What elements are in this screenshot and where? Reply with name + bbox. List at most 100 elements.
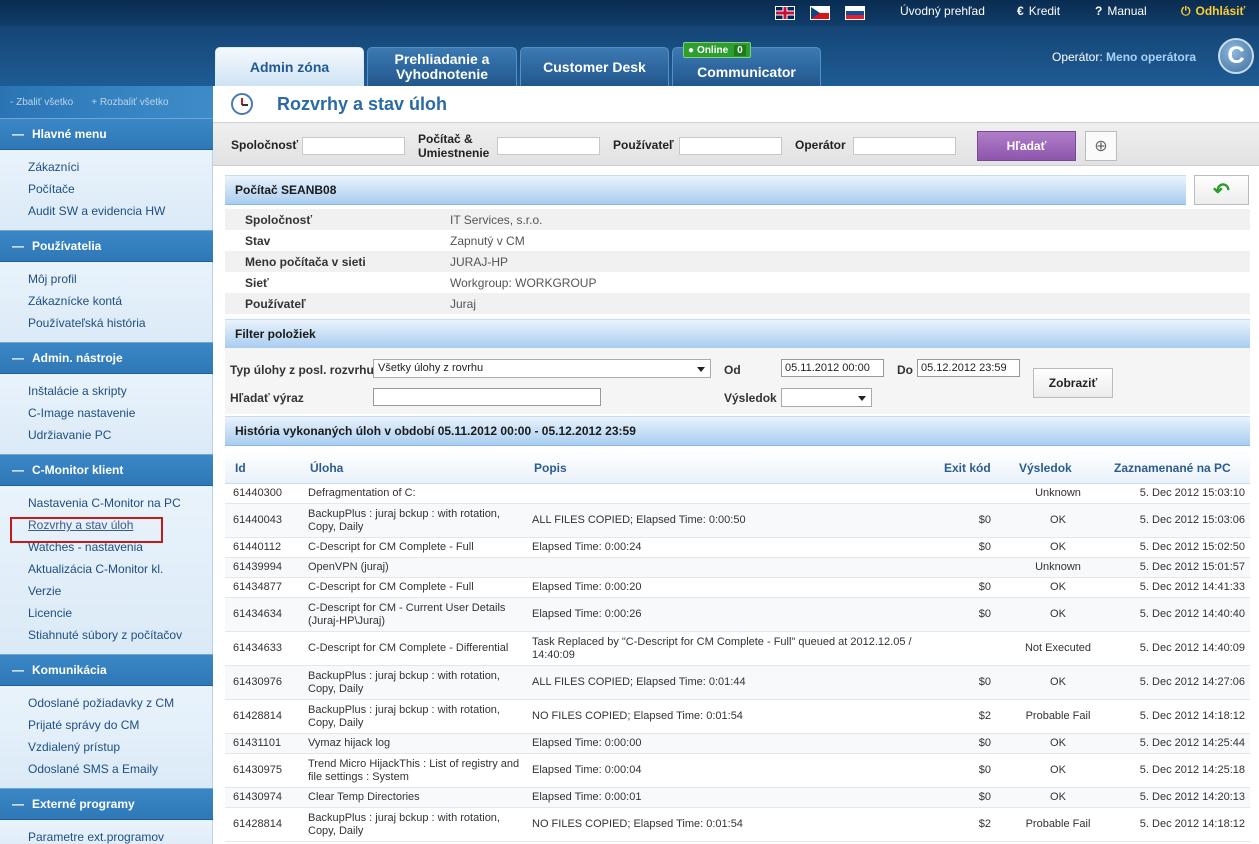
cell-id: 61440112 bbox=[233, 541, 282, 553]
show-button[interactable]: Zobraziť bbox=[1033, 368, 1113, 398]
sidebar-item[interactable]: Audit SW a evidencia HW bbox=[28, 200, 212, 222]
sidebar-item[interactable]: C-Image nastavenie bbox=[28, 402, 212, 424]
computer-label-line2: Umiestnenie bbox=[418, 146, 490, 160]
table-row[interactable]: 61439994 OpenVPN (juraj) Unknown 5. Dec 201… bbox=[225, 558, 1250, 578]
sidebar-item[interactable]: Počítače bbox=[28, 178, 212, 200]
manual-link[interactable]: ? Manual bbox=[1095, 4, 1147, 18]
cell-recorded: 5. Dec 2012 15:03:10 bbox=[1139, 487, 1245, 499]
col-description[interactable]: Popis bbox=[534, 461, 567, 475]
sidebar-item[interactable]: Stiahnuté súbory z počítačov bbox=[28, 624, 212, 646]
online-status-badge[interactable]: ● Online 0 bbox=[683, 42, 751, 58]
table-row[interactable]: 61434877 C-Descript for CM Complete - Ful… bbox=[225, 578, 1250, 598]
cell-result: OK bbox=[1050, 608, 1066, 620]
table-row[interactable]: 61430975 Trend Micro HijackThis : List of… bbox=[225, 754, 1250, 788]
sidebar-section-header[interactable]: — Admin. nástroje bbox=[0, 342, 213, 374]
sidebar-item[interactable]: Prijaté správy do CM bbox=[28, 714, 212, 736]
computer-input[interactable] bbox=[497, 137, 600, 155]
sidebar-item[interactable]: Odoslané SMS a Emaily bbox=[28, 758, 212, 780]
table-row[interactable]: 61431101 Vymaz hijack log Elapsed Time: 0:… bbox=[225, 734, 1250, 754]
sidebar-item[interactable]: Používateľská história bbox=[28, 312, 212, 334]
cell-recorded: 5. Dec 2012 15:03:06 bbox=[1139, 514, 1245, 526]
table-row[interactable]: 61434634 C-Descript for CM - Current User… bbox=[225, 598, 1250, 632]
cell-description: Elapsed Time: 0:00:04 bbox=[532, 764, 642, 776]
tab-browse-evaluation[interactable]: Prehliadanie a Vyhodnotenie bbox=[367, 47, 517, 86]
cell-result: OK bbox=[1050, 581, 1066, 593]
sidebar-section-header[interactable]: — Externé programy bbox=[0, 788, 213, 820]
sidebar-item[interactable]: Verzie bbox=[28, 580, 212, 602]
cell-task: OpenVPN (juraj) bbox=[308, 561, 389, 573]
tab-admin-zone[interactable]: Admin zóna bbox=[215, 47, 364, 86]
collapse-all-link[interactable]: - Zbaliť všetko bbox=[10, 97, 73, 108]
sidebar-item[interactable]: Parametre ext.programov bbox=[28, 826, 212, 844]
cz-flag-icon[interactable] bbox=[810, 6, 830, 20]
table-row[interactable]: 61428814 BackupPlus : juraj bckup : with … bbox=[225, 700, 1250, 734]
user-input[interactable] bbox=[679, 137, 782, 155]
filter-header: Filter položiek bbox=[225, 319, 1250, 349]
credit-link[interactable]: € Kredit bbox=[1017, 4, 1060, 18]
table-row[interactable]: 61430976 BackupPlus : juraj bckup : with … bbox=[225, 666, 1250, 700]
sidebar-item[interactable]: Zákaznícke kontá bbox=[28, 290, 212, 312]
sidebar-item[interactable]: Vzdialený prístup bbox=[28, 736, 212, 758]
sidebar-item[interactable]: Zákazníci bbox=[28, 156, 212, 178]
operator-input[interactable] bbox=[853, 137, 956, 155]
task-type-select[interactable]: Všetky úlohy z rovrhu bbox=[373, 359, 711, 378]
cell-description: Elapsed Time: 0:00:00 bbox=[532, 737, 642, 749]
sidebar-item[interactable]: Nastavenia C-Monitor na PC bbox=[28, 492, 212, 514]
main-content: Rozvrhy a stav úloh Spoločnosť Počítač &… bbox=[213, 86, 1259, 844]
info-value: Zapnutý v CM bbox=[450, 233, 525, 248]
sidebar-item[interactable]: Odoslané požiadavky z CM bbox=[28, 692, 212, 714]
to-label: Do bbox=[897, 363, 913, 377]
company-input[interactable] bbox=[302, 137, 405, 155]
overview-link[interactable]: Úvodný prehľad bbox=[900, 4, 985, 18]
app-header: Úvodný prehľad € Kredit ? Manual ⏻ Odhlásiť… bbox=[0, 0, 1259, 86]
cell-description bbox=[532, 558, 912, 577]
sidebar-item[interactable]: Aktualizácia C-Monitor kl. bbox=[28, 558, 212, 580]
table-row[interactable]: 61440300 Defragmentation of C: Unknown 5. D… bbox=[225, 484, 1250, 504]
title-bar: Rozvrhy a stav úloh bbox=[213, 86, 1259, 122]
col-id[interactable]: Id bbox=[235, 461, 246, 475]
col-exit-code[interactable]: Exit kód bbox=[944, 461, 991, 475]
sidebar-section-header[interactable]: — C-Monitor klient bbox=[0, 454, 213, 486]
col-task[interactable]: Úloha bbox=[310, 461, 343, 475]
logout-link[interactable]: ⏻ Odhlásiť bbox=[1181, 4, 1245, 19]
sidebar-section-header[interactable]: — Hlavné menu bbox=[0, 118, 213, 150]
sidebar-section-header[interactable]: — Používatelia bbox=[0, 230, 213, 262]
cell-recorded: 5. Dec 2012 14:25:18 bbox=[1139, 764, 1245, 776]
sidebar-item[interactable]: Udržiavanie PC bbox=[28, 424, 212, 446]
sidebar-section-header[interactable]: — Komunikácia bbox=[0, 654, 213, 686]
sk-flag-icon[interactable] bbox=[845, 6, 865, 20]
operator-name[interactable]: Meno operátora bbox=[1106, 50, 1196, 64]
col-recorded[interactable]: Zaznamenané na PC bbox=[1114, 461, 1231, 475]
cell-task: BackupPlus : juraj bckup : with rotation… bbox=[308, 669, 500, 695]
sidebar-item[interactable]: Inštalácie a skripty bbox=[28, 380, 212, 402]
tab-customer-desk[interactable]: Customer Desk bbox=[520, 47, 669, 86]
advanced-search-button[interactable]: ⊕ bbox=[1085, 131, 1117, 161]
sidebar-item[interactable]: Licencie bbox=[28, 602, 212, 624]
cell-id: 61430975 bbox=[233, 764, 282, 776]
from-label: Od bbox=[724, 363, 741, 377]
result-label: Výsledok bbox=[724, 391, 777, 405]
cell-task: Trend Micro HijackThis : List of registr… bbox=[308, 757, 520, 783]
search-button[interactable]: Hľadať bbox=[977, 131, 1076, 161]
back-button[interactable]: ↶ bbox=[1194, 175, 1249, 205]
online-label: Online bbox=[697, 44, 729, 56]
cell-description: ALL FILES COPIED; Elapsed Time: 0:00:50 bbox=[532, 514, 746, 526]
table-row[interactable]: 61440112 C-Descript for CM Complete - Ful… bbox=[225, 538, 1250, 558]
to-date-input[interactable]: 05.12.2012 23:59 bbox=[917, 359, 1020, 377]
from-date-input[interactable]: 05.11.2012 00:00 bbox=[781, 359, 884, 377]
uk-flag-icon[interactable] bbox=[775, 6, 795, 20]
tab-label: Customer Desk bbox=[543, 58, 646, 75]
col-result[interactable]: Výsledok bbox=[1019, 461, 1072, 475]
table-row[interactable]: 61428814 BackupPlus : juraj bckup : with … bbox=[225, 808, 1250, 842]
cell-task: BackupPlus : juraj bckup : with rotation… bbox=[308, 811, 500, 837]
table-row[interactable]: 61434633 C-Descript for CM Complete - Dif… bbox=[225, 632, 1250, 666]
table-row[interactable]: 61430974 Clear Temp Directories Elapsed Ti… bbox=[225, 788, 1250, 808]
search-expression-input[interactable] bbox=[373, 388, 601, 406]
expand-all-link[interactable]: + Rozbaliť všetko bbox=[91, 97, 168, 108]
cell-exit-code: $0 bbox=[978, 737, 991, 749]
result-select[interactable] bbox=[781, 388, 872, 407]
table-row[interactable]: 61440043 BackupPlus : juraj bckup : with … bbox=[225, 504, 1250, 538]
cell-exit-code: $2 bbox=[978, 818, 991, 830]
cell-recorded: 5. Dec 2012 14:27:06 bbox=[1139, 676, 1245, 688]
sidebar-item[interactable]: Môj profil bbox=[28, 268, 212, 290]
